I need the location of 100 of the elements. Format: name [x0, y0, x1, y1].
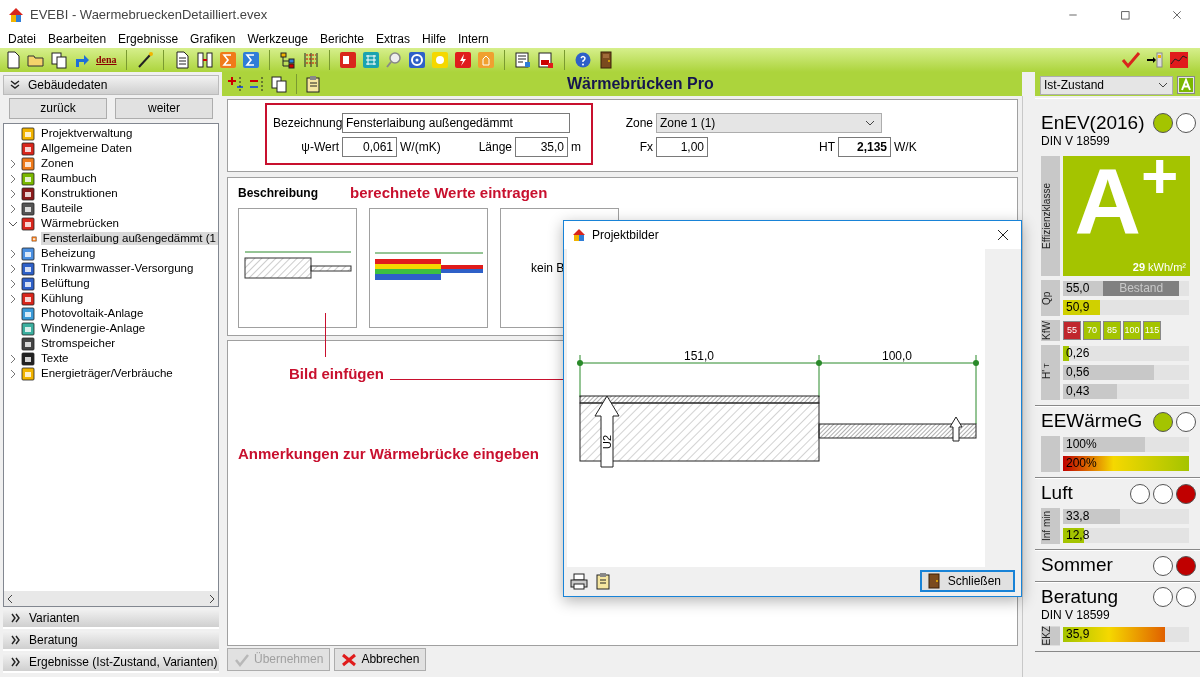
bar-value: 100% — [1065, 437, 1097, 452]
tree-item[interactable]: Fensterlaibung außengedämmt (1 — [40, 231, 218, 246]
new-document-icon[interactable] — [4, 51, 22, 69]
copy-icon[interactable] — [50, 51, 68, 69]
section-header[interactable]: Beratung — [29, 632, 78, 648]
section-title: EnEV(2016) — [1041, 113, 1145, 134]
wand-icon[interactable] — [135, 51, 154, 69]
columns-icon[interactable] — [195, 51, 214, 69]
node-icon — [20, 126, 36, 141]
tree-item[interactable]: Trinkwarmwasser-Versorgung — [39, 261, 196, 276]
menu-item[interactable]: Berichte — [313, 31, 370, 47]
text-field[interactable]: 0,061 — [342, 137, 397, 157]
tree-item[interactable]: Projektverwaltung — [39, 126, 135, 141]
chart-report-icon[interactable] — [536, 51, 555, 69]
tree-item[interactable]: Zonen — [39, 156, 76, 171]
expand-icon[interactable] — [11, 613, 21, 623]
tree-item[interactable]: Energieträger/Verbräuche — [39, 366, 175, 381]
text-field[interactable]: 35,0 — [515, 137, 568, 157]
tree-item[interactable]: Stromspeicher — [39, 336, 118, 351]
scroll-right-icon[interactable] — [209, 594, 215, 603]
text-field[interactable]: Fensterlaibung außengedämmt — [342, 113, 570, 133]
menu-item[interactable]: Werkzeuge — [241, 31, 314, 47]
sum-icon[interactable] — [241, 51, 260, 69]
text-field[interactable]: 2,135 — [838, 137, 891, 157]
tree-item[interactable]: Raumbuch — [39, 171, 99, 186]
expand-icon[interactable] — [11, 657, 21, 667]
text-field[interactable]: 1,00 — [656, 137, 708, 157]
node-icon — [20, 336, 36, 351]
network-icon[interactable] — [361, 51, 380, 69]
menu-item[interactable]: Hilfe — [416, 31, 452, 47]
rating-a-icon[interactable] — [1179, 78, 1193, 92]
section-header[interactable]: Varianten — [29, 610, 80, 626]
clipboard-icon[interactable] — [594, 572, 612, 590]
clipboard-icon[interactable] — [305, 75, 323, 93]
menu-item[interactable]: Datei — [2, 31, 42, 47]
help-icon[interactable] — [573, 51, 592, 69]
node-icon — [20, 321, 36, 336]
menu-item[interactable]: Extras — [370, 31, 416, 47]
tree-item[interactable]: Texte — [39, 351, 71, 366]
panel-icon[interactable] — [338, 51, 357, 69]
tree-item[interactable]: Belüftung — [39, 276, 92, 291]
kfw-level: 100 — [1123, 321, 1141, 341]
field-label: Fx — [638, 139, 653, 155]
tree-item[interactable]: Allgemeine Daten — [39, 141, 134, 156]
dimension-label: 100,0 — [882, 349, 912, 363]
export-arrow-icon[interactable] — [1146, 51, 1164, 69]
tree-item[interactable]: Kühlung — [39, 291, 86, 306]
print-icon[interactable] — [570, 572, 588, 590]
scroll-left-icon[interactable] — [7, 594, 13, 603]
collapse-icon[interactable] — [10, 80, 20, 90]
energy-value: 29 kWh/m² — [1131, 261, 1186, 275]
bar-value: 33,8 — [1065, 509, 1090, 524]
tree-item[interactable]: Wärmebrücken — [39, 216, 121, 231]
node-icon — [20, 201, 36, 216]
node-icon — [20, 156, 36, 171]
menu-item[interactable]: Bearbeiten — [42, 31, 113, 47]
copy-icon[interactable] — [270, 75, 288, 93]
zone-dropdown[interactable]: Zone 1 (1) — [656, 113, 882, 133]
euro-tile-icon[interactable] — [476, 51, 495, 69]
tree-item[interactable]: Bauteile — [39, 201, 85, 216]
caret-icon — [865, 120, 875, 126]
fan-icon[interactable] — [407, 51, 426, 69]
cancel-button[interactable]: Abbrechen — [334, 648, 427, 671]
menu-item[interactable]: Ergebnisse — [112, 31, 185, 47]
state-dropdown[interactable]: Ist-Zustand — [1040, 75, 1173, 95]
magnifier-icon[interactable] — [384, 51, 403, 69]
tree-item[interactable]: Photovoltaik-Anlage — [39, 306, 146, 321]
reference-bar: Bestand — [1103, 281, 1179, 297]
tree-item[interactable]: Konstruktionen — [39, 186, 120, 201]
node-icon — [20, 351, 36, 366]
flowchart-icon[interactable] — [278, 51, 297, 69]
nav-button[interactable]: zurück — [9, 98, 107, 119]
annotation-text: Bild einfügen — [289, 365, 384, 383]
menu-item[interactable]: Intern — [452, 31, 495, 47]
menu-item[interactable]: Grafiken — [184, 31, 242, 47]
efficiency-class: A$^{+}$ — [1073, 158, 1180, 246]
add-bridge-icon[interactable] — [226, 75, 244, 93]
window-title: EVEBI - WaermebrueckenDetailliert.evex — [30, 7, 269, 23]
close-button[interactable]: Schließen — [919, 570, 1015, 592]
lightning-icon[interactable] — [453, 51, 472, 69]
checkmark-icon — [234, 652, 250, 667]
report-icon[interactable] — [513, 51, 532, 69]
expand-icon[interactable] — [11, 635, 21, 645]
image-slot[interactable] — [238, 208, 357, 328]
close-icon — [341, 652, 358, 667]
placeholder-text: kein B — [531, 260, 565, 276]
node-icon — [20, 366, 36, 381]
tree-item[interactable]: Beheizung — [39, 246, 98, 261]
chart-icon[interactable] — [1169, 51, 1189, 69]
section-title: Luft — [1041, 483, 1073, 505]
remove-bridge-icon[interactable] — [248, 75, 266, 93]
dimension-label: 151,0 — [684, 349, 714, 363]
text-button[interactable]: dena — [96, 54, 117, 66]
tree-item[interactable]: Windenergie-Anlage — [39, 321, 148, 336]
section-title: Sommer — [1041, 555, 1113, 576]
bar-value: 35,9 — [1065, 627, 1090, 642]
image-slot[interactable] — [369, 208, 488, 328]
nav-button[interactable]: weiter — [115, 98, 213, 119]
field-label: HT — [819, 139, 835, 155]
checkmark-icon[interactable] — [1121, 51, 1141, 69]
